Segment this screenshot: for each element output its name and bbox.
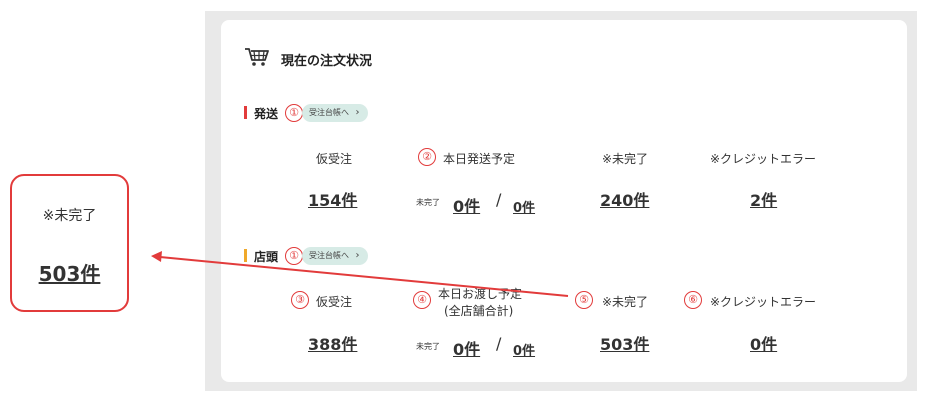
callout-box: ※未完了 503件 bbox=[10, 174, 129, 312]
callout-value: 503件 bbox=[38, 262, 101, 286]
callout-arrow bbox=[151, 251, 569, 297]
callout-label: ※未完了 bbox=[42, 208, 97, 224]
